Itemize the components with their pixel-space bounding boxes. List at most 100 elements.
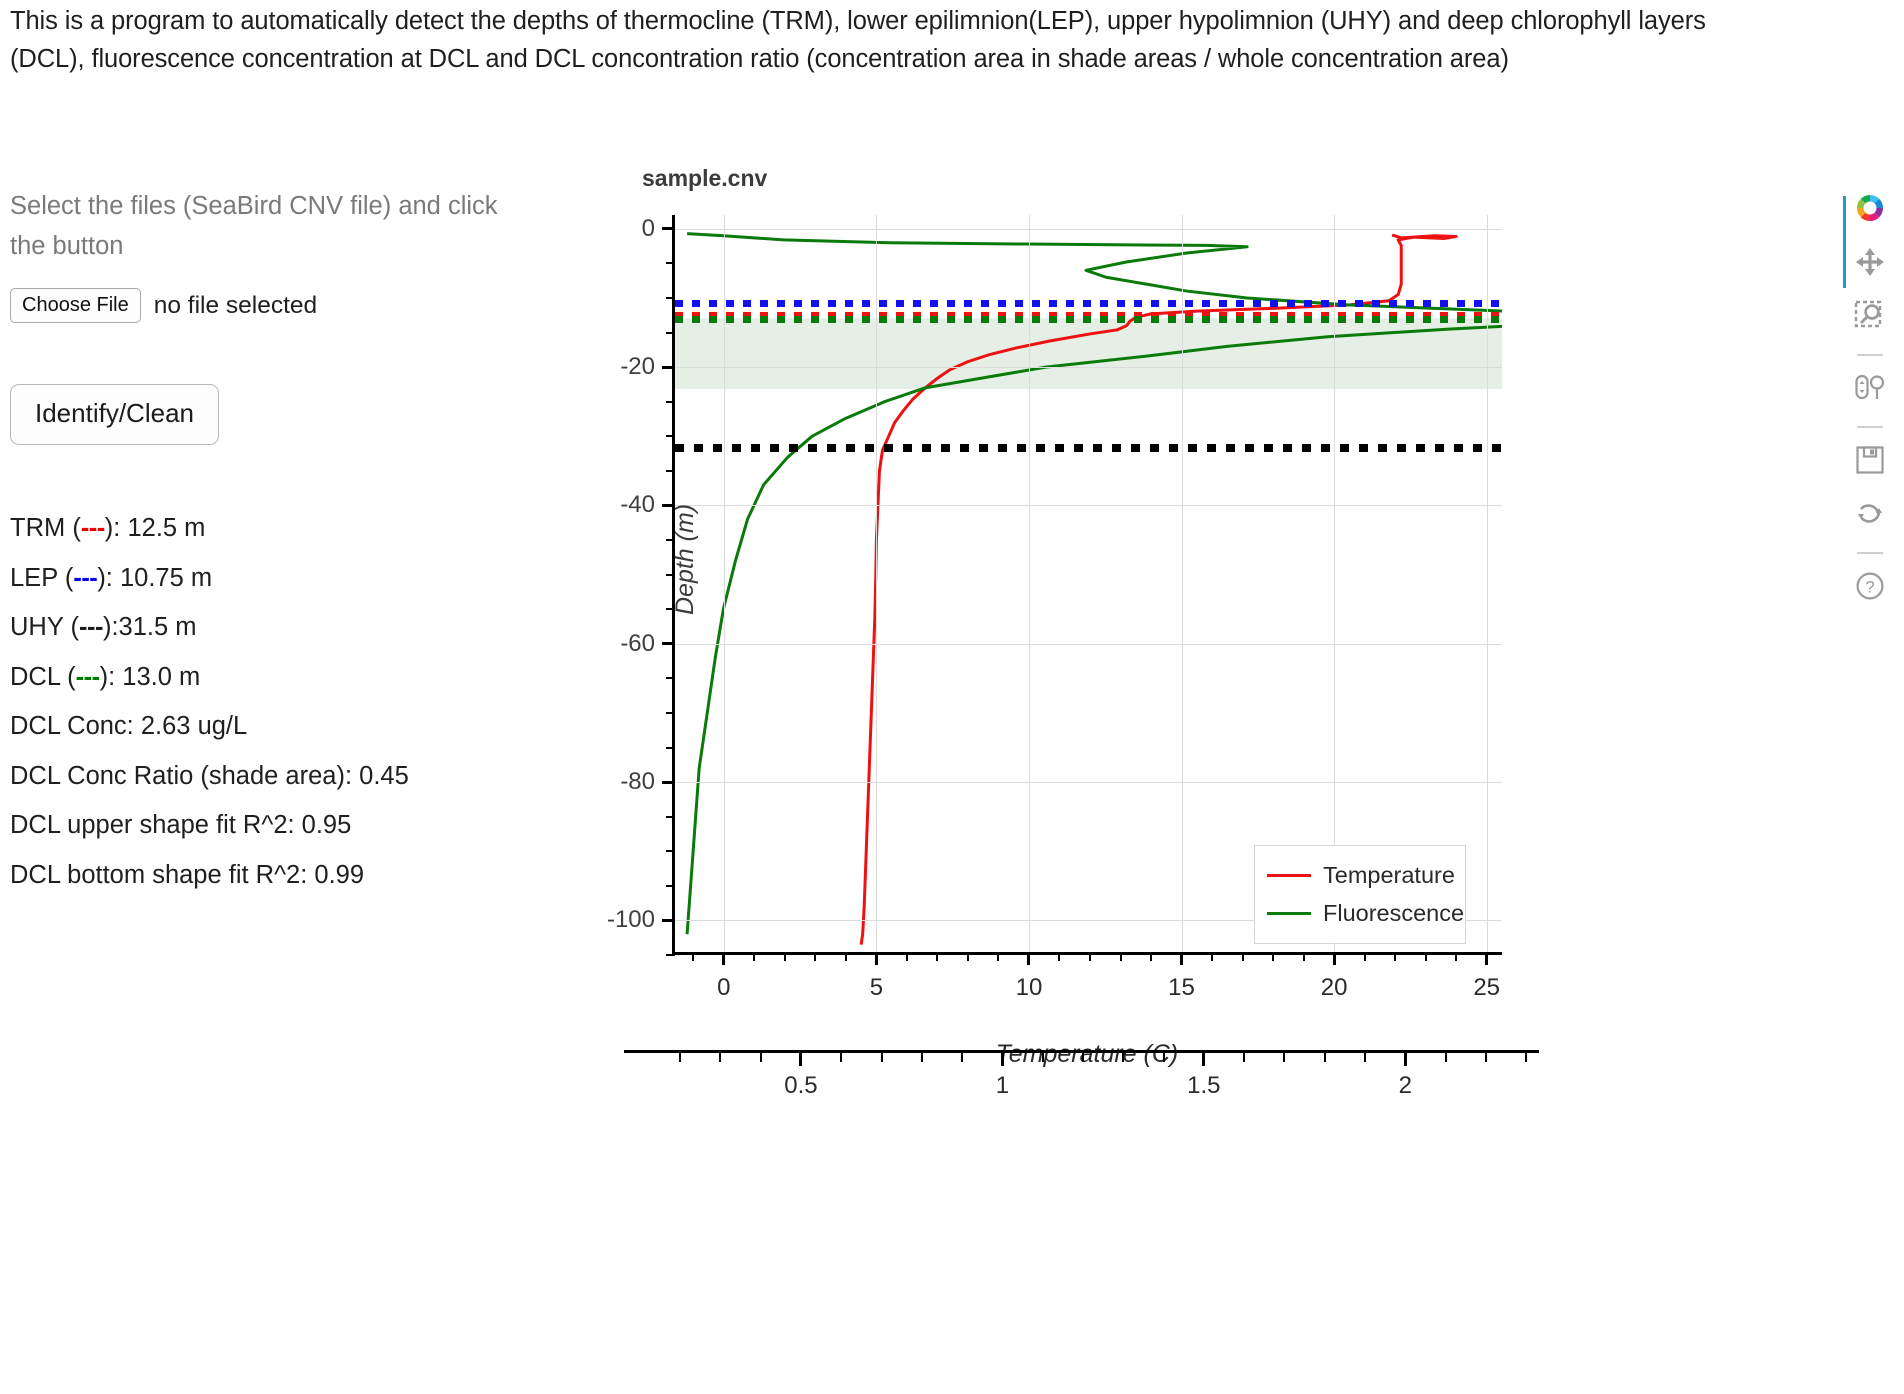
x-tick-minor bbox=[997, 952, 1000, 961]
x-tick-minor bbox=[1363, 952, 1366, 961]
result-dash-swatch: --- bbox=[75, 662, 100, 691]
y-tick-minor bbox=[666, 711, 675, 714]
x-tick-minor bbox=[692, 952, 695, 961]
x-tick-minor bbox=[1302, 952, 1305, 961]
move-arrows-icon bbox=[1855, 247, 1885, 282]
x-tick-minor bbox=[1089, 952, 1091, 961]
result-line: DCL upper shape fit R^2: 0.95 bbox=[10, 801, 610, 851]
y-tick-label: -20 bbox=[620, 353, 655, 381]
marker-line-dcl bbox=[675, 315, 1502, 323]
result-suffix: ): 10.75 m bbox=[97, 563, 213, 592]
figure-toolbar: ? bbox=[1846, 190, 1894, 622]
x-tick-label: 15 bbox=[1168, 974, 1195, 1001]
y-tick-major bbox=[662, 227, 675, 231]
toolbar-separator-1 bbox=[1857, 354, 1883, 356]
y-tick-minor bbox=[666, 608, 675, 611]
x-tick-minor bbox=[936, 952, 939, 961]
floppy-disk-icon bbox=[1855, 445, 1885, 480]
svg-text:?: ? bbox=[1865, 577, 1874, 596]
marker-line-uhy bbox=[675, 443, 1502, 452]
gridline-horizontal bbox=[675, 505, 1502, 507]
y-tick-major bbox=[662, 365, 675, 369]
save-figure-tool[interactable] bbox=[1850, 442, 1890, 482]
result-prefix: LEP ( bbox=[10, 563, 74, 592]
gridline-vertical bbox=[876, 215, 878, 952]
secondary-x-tick-major bbox=[1000, 1053, 1004, 1066]
subplot-config-icon bbox=[1854, 373, 1886, 408]
x-axis-label: Temperature (C) bbox=[995, 1040, 1179, 1068]
x-tick-major bbox=[1027, 952, 1031, 965]
result-line: TRM (---): 12.5 m bbox=[10, 504, 610, 554]
gridline-vertical bbox=[1334, 215, 1336, 952]
secondary-x-tick-minor bbox=[719, 1053, 722, 1062]
y-tick-minor bbox=[666, 296, 675, 299]
result-line: UHY (---):31.5 m bbox=[10, 603, 610, 653]
x-tick-major bbox=[1332, 952, 1336, 965]
x-tick-major bbox=[722, 952, 726, 965]
secondary-x-tick-minor bbox=[961, 1053, 964, 1062]
secondary-x-tick-label: 0.5 bbox=[784, 1072, 818, 1099]
select-files-prompt: Select the files (SeaBird CNV file) and … bbox=[10, 192, 498, 260]
marker-line-lep bbox=[675, 300, 1502, 308]
result-suffix: ):31.5 m bbox=[102, 613, 197, 641]
y-tick-minor bbox=[666, 884, 675, 887]
plot-area[interactable]: Depth (m) 0 -20 -40 -60 -80 -100 0 5 10 15 20 25 bbox=[607, 215, 1502, 1001]
secondary-x-tick-minor bbox=[880, 1053, 883, 1062]
y-tick-label: 0 bbox=[641, 214, 655, 242]
x-tick-minor bbox=[814, 952, 817, 961]
zoom-to-rectangle-tool[interactable] bbox=[1850, 298, 1890, 338]
result-prefix: DCL Conc: 2.63 ug/L bbox=[10, 712, 248, 740]
file-input-row: Choose File no file selected bbox=[10, 288, 610, 323]
secondary-x-tick-minor bbox=[1162, 1053, 1165, 1062]
intro-paragraph: This is a program to automatically detec… bbox=[10, 7, 1706, 73]
pan-tool[interactable] bbox=[1850, 244, 1890, 284]
x-tick-minor bbox=[1455, 952, 1458, 961]
x-tick-minor bbox=[1119, 952, 1122, 961]
secondary-x-tick-minor bbox=[1081, 1053, 1084, 1062]
result-line: LEP (---): 10.75 m bbox=[10, 554, 610, 604]
secondary-x-tick-minor bbox=[759, 1053, 762, 1062]
toolbar-separator-2 bbox=[1857, 426, 1883, 428]
y-tick-minor bbox=[666, 573, 675, 576]
x-tick-minor bbox=[1058, 952, 1061, 961]
y-tick-label: -100 bbox=[606, 906, 655, 934]
x-tick-minor bbox=[1211, 952, 1214, 961]
result-prefix: UHY ( bbox=[10, 613, 79, 641]
y-tick-minor bbox=[666, 331, 675, 334]
result-suffix: ): 12.5 m bbox=[104, 514, 206, 542]
gridline-vertical bbox=[1028, 215, 1030, 952]
help-tool[interactable]: ? bbox=[1850, 568, 1890, 608]
secondary-x-tick-label: 2 bbox=[1398, 1072, 1412, 1099]
secondary-x-tick-major bbox=[799, 1053, 803, 1066]
identify-clean-button[interactable]: Identify/Clean bbox=[10, 384, 219, 445]
y-tick-major bbox=[662, 918, 675, 922]
selected-file-label: no file selected bbox=[153, 291, 318, 319]
left-control-panel: Select the files (SeaBird CNV file) and … bbox=[10, 186, 610, 900]
x-tick-label: 5 bbox=[869, 974, 884, 1001]
question-mark-icon: ? bbox=[1855, 571, 1885, 606]
secondary-x-tick-label: 1 bbox=[995, 1072, 1010, 1099]
zoom-rect-icon bbox=[1854, 300, 1886, 337]
reset-view-tool[interactable] bbox=[1850, 496, 1890, 536]
x-tick-label: 20 bbox=[1320, 974, 1348, 1001]
result-prefix: TRM ( bbox=[10, 514, 81, 542]
x-tick-minor bbox=[753, 952, 756, 961]
secondary-x-tick-minor bbox=[1444, 1053, 1447, 1062]
y-tick-minor bbox=[666, 954, 675, 956]
secondary-x-tick-minor bbox=[1041, 1053, 1044, 1062]
x-tick-minor bbox=[905, 952, 908, 961]
result-prefix: DCL ( bbox=[10, 662, 76, 691]
y-tick-label: -60 bbox=[620, 629, 655, 657]
result-line: DCL Conc Ratio (shade area): 0.45 bbox=[10, 752, 610, 802]
x-tick-label: 25 bbox=[1473, 974, 1501, 1001]
color-wheel-icon bbox=[1853, 191, 1887, 230]
figure-title: sample.cnv bbox=[642, 165, 768, 191]
figure-panel: sample.cnv Depth (m) 0 -20 -40 -60 -80 -100 0 5… bbox=[607, 155, 1890, 1355]
y-tick-minor bbox=[666, 262, 675, 265]
colorbar-tool[interactable] bbox=[1850, 190, 1890, 230]
configure-subplots-tool[interactable] bbox=[1850, 370, 1890, 410]
y-tick-label: -80 bbox=[620, 768, 655, 796]
gridline-horizontal bbox=[675, 643, 1502, 645]
x-tick-minor bbox=[783, 952, 786, 961]
choose-file-button[interactable]: Choose File bbox=[10, 288, 141, 323]
